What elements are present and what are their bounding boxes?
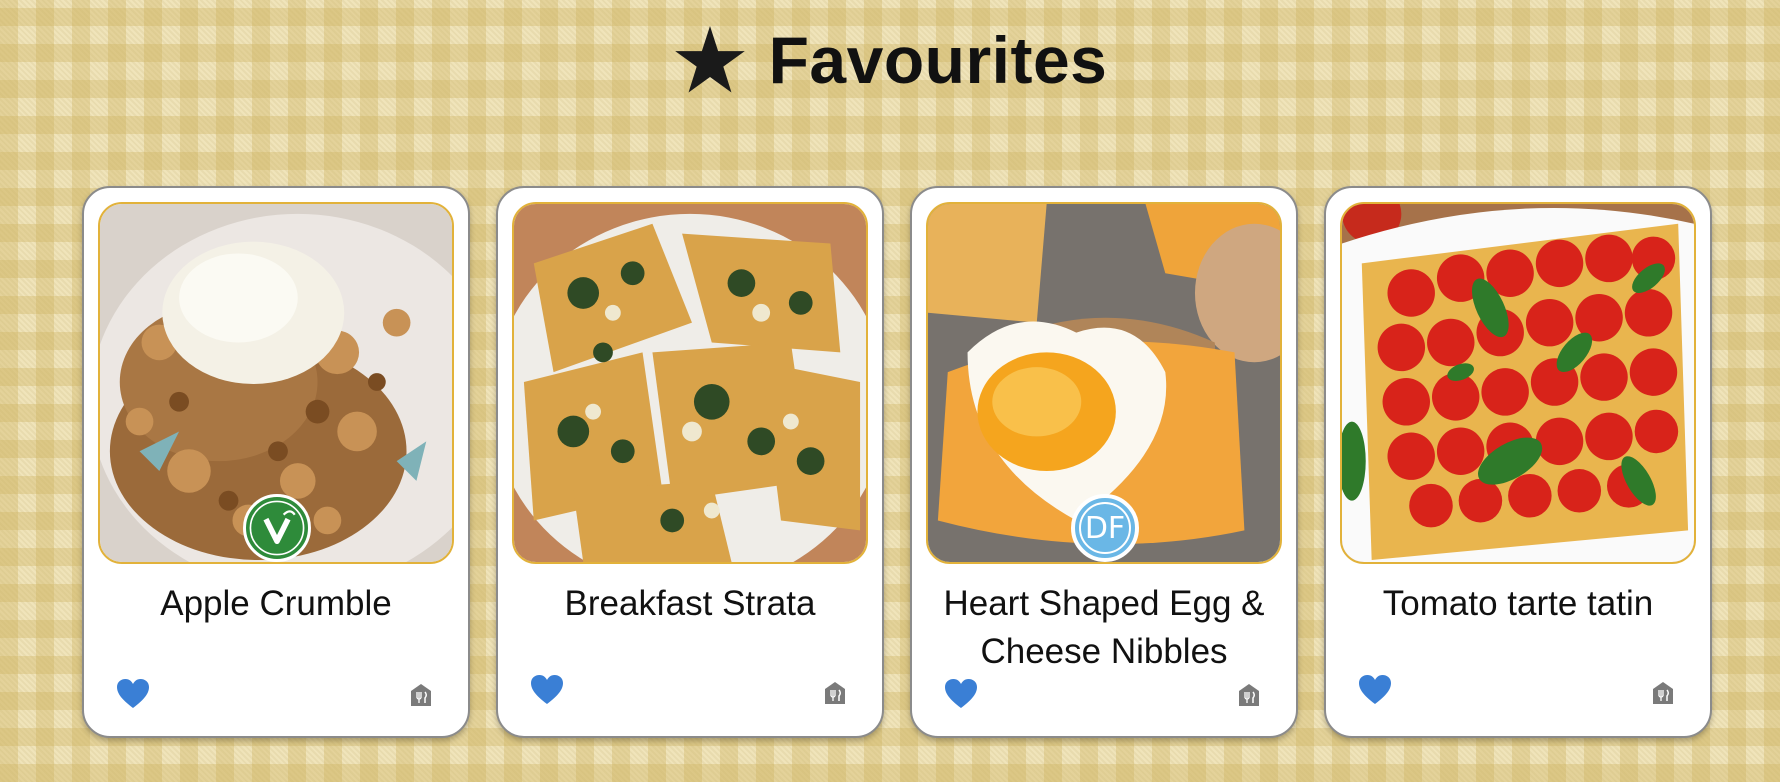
recipe-card[interactable]: Tomato tarte tatin [1324, 186, 1712, 738]
restaurant-icon[interactable] [822, 680, 848, 706]
recipe-card[interactable]: Breakfast Strata [496, 186, 884, 738]
recipe-title[interactable]: Apple Crumble [94, 580, 458, 628]
heart-icon[interactable] [116, 678, 150, 710]
breakfast-strata-image [514, 204, 866, 562]
recipe-title[interactable]: Breakfast Strata [508, 580, 872, 628]
heart-icon[interactable] [530, 674, 564, 706]
recipe-photo[interactable] [512, 202, 868, 564]
page-header: Favourites [0, 22, 1780, 98]
restaurant-icon[interactable] [1650, 680, 1676, 706]
recipe-title[interactable]: Heart Shaped Egg & Cheese Nibbles [922, 580, 1286, 676]
tomato-tarte-tatin-image [1342, 204, 1694, 562]
heart-icon[interactable] [944, 678, 978, 710]
recipe-title[interactable]: Tomato tarte tatin [1336, 580, 1700, 628]
dairy-free-label: DF [1084, 510, 1126, 546]
favourites-grid: Apple Crumble Breakfast Strata DF Heart … [82, 186, 1712, 738]
dairy-free-badge: DF [1071, 494, 1139, 562]
star-icon [674, 25, 745, 93]
recipe-photo[interactable] [1340, 202, 1696, 564]
recipe-card[interactable]: DF Heart Shaped Egg & Cheese Nibbles [910, 186, 1298, 738]
restaurant-icon[interactable] [1236, 682, 1262, 708]
vegetarian-icon [249, 500, 305, 556]
restaurant-icon[interactable] [408, 682, 434, 708]
vegetarian-badge [243, 494, 311, 562]
recipe-photo[interactable]: DF [926, 202, 1282, 564]
page-title: Favourites [768, 23, 1108, 97]
recipe-card[interactable]: Apple Crumble [82, 186, 470, 738]
heart-icon[interactable] [1358, 674, 1392, 706]
recipe-photo[interactable] [98, 202, 454, 564]
